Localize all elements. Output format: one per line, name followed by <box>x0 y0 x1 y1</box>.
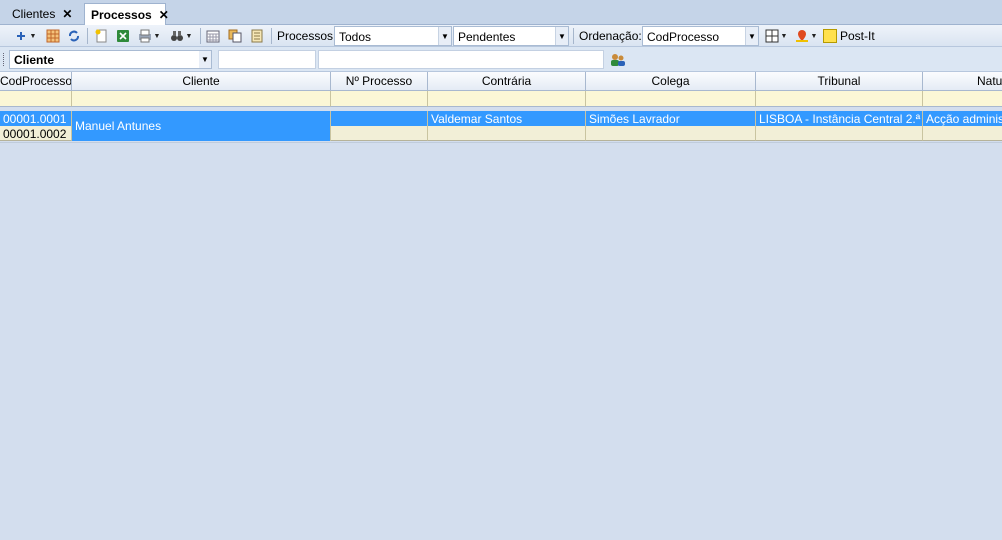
tab-clientes-label: Clientes <box>12 7 56 21</box>
calendar-icon <box>206 29 220 43</box>
filter-cell-codprocesso[interactable] <box>0 91 72 107</box>
printer-icon <box>138 29 152 43</box>
close-icon[interactable]: ✕ <box>62 7 72 21</box>
chevron-down-icon[interactable]: ▼ <box>199 51 211 68</box>
column-header-colega[interactable]: Colega <box>586 72 756 91</box>
postit-button[interactable]: Post-It <box>823 27 879 45</box>
toolbar: ▼ ▼ ▼ Processos: Todos ▼ Pendentes ▼ Ord… <box>0 25 1002 47</box>
filter-cell-contraria[interactable] <box>428 91 586 107</box>
cell-contraria[interactable] <box>428 126 586 141</box>
grid-view-button[interactable] <box>44 27 62 45</box>
print-button[interactable]: ▼ <box>135 27 163 45</box>
toolbar-separator <box>200 28 201 44</box>
cell-codprocesso[interactable]: 00001.0001 <box>0 111 72 126</box>
column-header-nprocesso[interactable]: Nº Processo <box>331 72 428 91</box>
chevron-down-icon[interactable]: ▼ <box>555 27 568 45</box>
column-header-cliente[interactable]: Cliente <box>72 72 331 91</box>
column-header-natureza[interactable]: Natur <box>923 72 1002 91</box>
filter-cell-tribunal[interactable] <box>756 91 923 107</box>
excel-icon <box>116 29 130 43</box>
table-icon <box>46 29 60 43</box>
excel-export-button[interactable] <box>114 27 132 45</box>
columns-icon <box>765 29 779 43</box>
processos-label: Processos: <box>277 29 337 43</box>
grid-empty-area[interactable] <box>0 142 1002 540</box>
filter-cell-cliente[interactable] <box>72 91 331 107</box>
filter-users-button[interactable] <box>608 51 626 69</box>
toolbar-separator <box>573 28 574 44</box>
cell-codprocesso[interactable]: 00001.0002 <box>0 126 72 141</box>
chevron-down-icon[interactable]: ▼ <box>745 27 758 45</box>
tab-processos-label: Processos <box>91 8 152 22</box>
cell-colega[interactable]: Simões Lavrador <box>586 111 756 126</box>
location-button[interactable]: ▼ <box>792 27 820 45</box>
map-pin-icon <box>795 29 809 43</box>
processos-select[interactable]: Todos ▼ <box>334 26 452 46</box>
users-icon <box>610 53 625 67</box>
calendar-button[interactable] <box>204 27 222 45</box>
filter-field-select[interactable]: Cliente ▼ <box>9 50 212 69</box>
chevron-down-icon: ▼ <box>29 32 37 40</box>
copy-button[interactable] <box>226 27 244 45</box>
add-button[interactable]: ▼ <box>10 27 40 45</box>
chevron-down-icon: ▼ <box>153 32 161 40</box>
filter-search-input[interactable] <box>318 50 604 69</box>
filter-cell-nprocesso[interactable] <box>331 91 428 107</box>
processos-select-value: Todos <box>339 30 372 44</box>
tab-processos[interactable]: Processos ✕ <box>84 3 169 26</box>
postit-label: Post-It <box>840 29 875 43</box>
cell-nprocesso[interactable] <box>331 126 428 141</box>
filter-bar: Cliente ▼ <box>0 47 1002 72</box>
ordenacao-select-value: CodProcesso <box>647 30 720 44</box>
filter-cell-natureza[interactable] <box>923 91 1002 107</box>
search-button[interactable]: ▼ <box>166 27 196 45</box>
report-icon <box>250 29 264 43</box>
refresh-button[interactable] <box>65 27 83 45</box>
binoculars-icon <box>170 29 184 43</box>
refresh-icon <box>67 29 81 43</box>
chevron-down-icon[interactable]: ▼ <box>438 27 451 45</box>
drag-handle[interactable] <box>3 53 5 66</box>
cell-natureza[interactable]: Acção administr <box>923 111 1002 126</box>
estado-select[interactable]: Pendentes ▼ <box>453 26 569 46</box>
new-document-button[interactable] <box>92 27 110 45</box>
columns-button[interactable]: ▼ <box>762 27 790 45</box>
report-button[interactable] <box>248 27 266 45</box>
column-header-codprocesso[interactable]: CodProcesso <box>0 72 72 91</box>
column-header-contraria[interactable]: Contrária <box>428 72 586 91</box>
cell-natureza[interactable] <box>923 126 1002 141</box>
toolbar-separator <box>87 28 88 44</box>
close-icon[interactable]: ✕ <box>159 8 169 22</box>
cell-nprocesso[interactable] <box>331 111 428 126</box>
cell-cliente[interactable]: Manuel Antunes <box>72 111 331 141</box>
cell-tribunal[interactable] <box>756 126 923 141</box>
chevron-down-icon: ▼ <box>810 32 818 40</box>
ordenacao-label: Ordenação: <box>579 29 642 43</box>
filter-cell-colega[interactable] <box>586 91 756 107</box>
copy-icon <box>228 29 242 43</box>
postit-icon <box>823 29 837 43</box>
chevron-down-icon: ▼ <box>780 32 788 40</box>
cell-tribunal[interactable]: LISBOA - Instância Central 2.ª Se <box>756 111 923 126</box>
plus-icon <box>14 29 28 43</box>
estado-select-value: Pendentes <box>458 30 516 44</box>
filter-input[interactable] <box>218 50 316 69</box>
cell-contraria[interactable]: Valdemar Santos <box>428 111 586 126</box>
processos-grid: CodProcesso Cliente Nº Processo Contrári… <box>0 72 1002 142</box>
ordenacao-select[interactable]: CodProcesso ▼ <box>642 26 759 46</box>
cell-colega[interactable] <box>586 126 756 141</box>
filter-field-value: Cliente <box>14 53 55 67</box>
toolbar-separator <box>271 28 272 44</box>
tab-bar: Clientes ✕ Processos ✕ <box>0 0 1002 26</box>
tab-clientes[interactable]: Clientes ✕ <box>6 3 78 25</box>
column-header-tribunal[interactable]: Tribunal <box>756 72 923 91</box>
new-document-icon <box>94 29 108 43</box>
chevron-down-icon: ▼ <box>185 32 193 40</box>
